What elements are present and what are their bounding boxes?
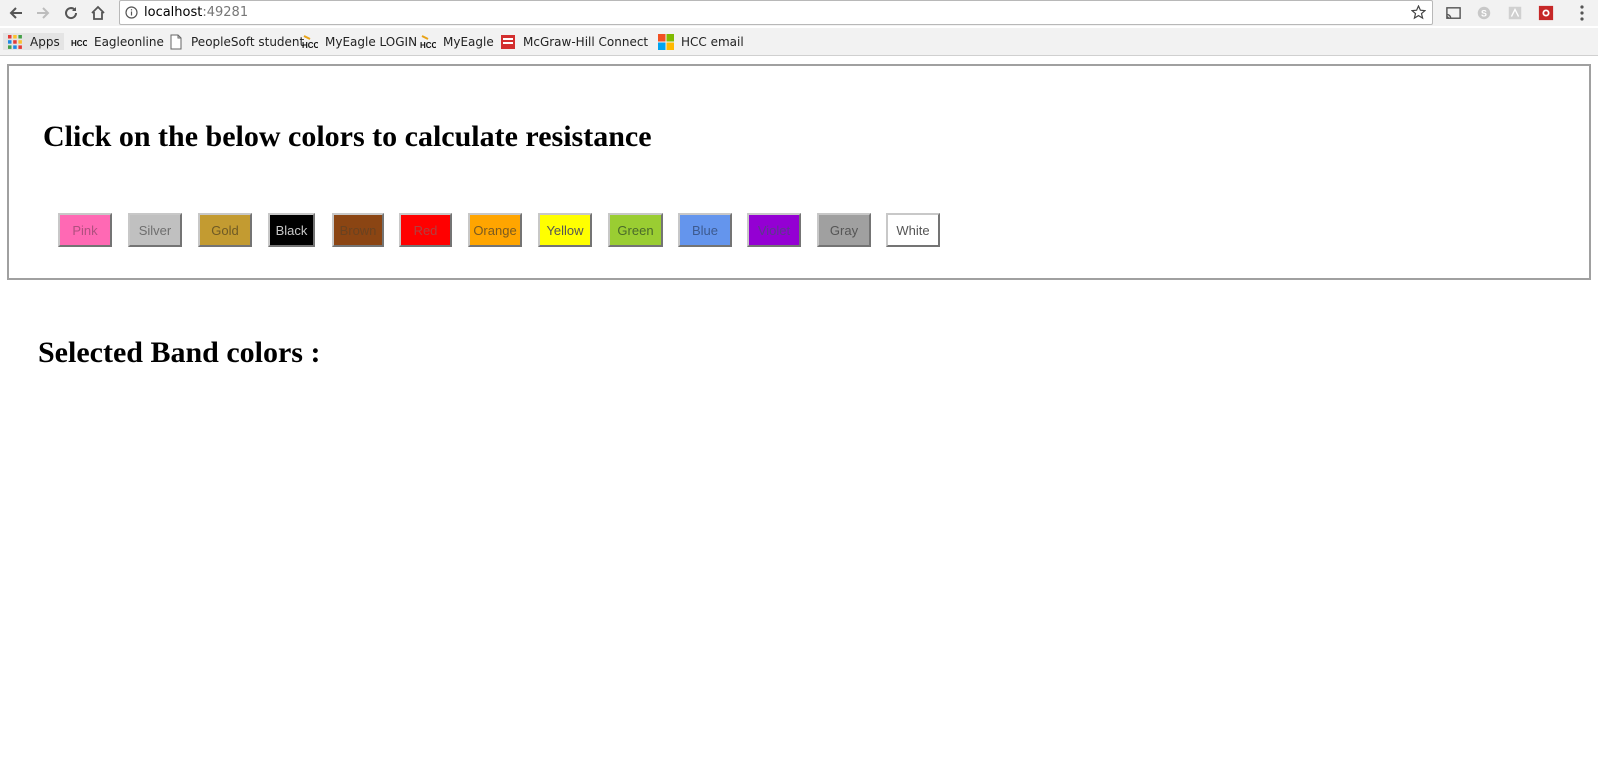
bookmark-mcgraw-hill[interactable]: McGraw-Hill Connect [500, 33, 648, 50]
reload-icon[interactable] [61, 3, 81, 23]
color-button-green[interactable]: Green [608, 213, 663, 247]
page-icon [168, 34, 184, 50]
color-button-orange[interactable]: Orange [468, 213, 522, 247]
svg-text:HCC: HCC [302, 41, 318, 50]
bookmark-label: PeopleSoft student [191, 34, 305, 49]
home-icon[interactable] [88, 3, 108, 23]
pdf-extension-icon[interactable] [1506, 4, 1524, 22]
color-button-white[interactable]: White [886, 213, 940, 247]
bookmarks-bar: Apps HCC Eagleonline PeopleSoft student … [0, 28, 1598, 56]
color-button-black[interactable]: Black [268, 213, 315, 247]
bookmark-myeagle[interactable]: HCC MyEagle [420, 33, 494, 50]
svg-text:HCC: HCC [71, 39, 87, 48]
bookmark-label: HCC email [681, 34, 744, 49]
color-picker-panel: Click on the below colors to calculate r… [7, 64, 1591, 280]
svg-text:S: S [1481, 9, 1487, 19]
url-text: localhost:49281 [144, 5, 249, 20]
color-button-red[interactable]: Red [399, 213, 452, 247]
info-icon[interactable] [125, 6, 138, 19]
red-extension-icon[interactable] [1537, 4, 1555, 22]
address-bar[interactable]: localhost:49281 [119, 0, 1433, 25]
bookmark-hcc-email[interactable]: HCC email [658, 33, 744, 50]
bookmark-peoplesoft[interactable]: PeopleSoft student [168, 33, 304, 50]
page-heading: Click on the below colors to calculate r… [43, 120, 652, 153]
hcc-logo-icon: HCC [420, 34, 438, 50]
bookmark-label: Apps [30, 34, 60, 49]
color-button-gold[interactable]: Gold [198, 213, 252, 247]
browser-toolbar: localhost:49281 S [0, 0, 1598, 26]
bookmark-eagleonline[interactable]: HCC Eagleonline [71, 33, 164, 50]
color-button-yellow[interactable]: Yellow [538, 213, 592, 247]
forward-arrow-icon[interactable] [33, 3, 53, 23]
skype-extension-icon[interactable]: S [1475, 4, 1493, 22]
selected-band-colors-heading: Selected Band colors : [38, 336, 321, 369]
back-arrow-icon[interactable] [6, 3, 26, 23]
cast-icon[interactable] [1444, 4, 1462, 22]
color-button-brown[interactable]: Brown [332, 213, 384, 247]
bookmark-star-icon[interactable] [1411, 5, 1426, 20]
microsoft-logo-icon [658, 33, 674, 50]
bookmark-label: Eagleonline [94, 34, 164, 49]
color-button-gray[interactable]: Gray [817, 213, 871, 247]
color-button-blue[interactable]: Blue [678, 213, 732, 247]
bookmark-label: MyEagle [443, 34, 494, 49]
color-button-silver[interactable]: Silver [128, 213, 182, 247]
bookmark-label: McGraw-Hill Connect [523, 34, 649, 49]
hcc-logo-icon: HCC [71, 34, 89, 50]
bookmark-label: MyEagle LOGIN [325, 34, 418, 49]
bookmark-apps[interactable]: Apps [3, 33, 64, 50]
mcgraw-hill-icon [500, 34, 516, 50]
color-button-violet[interactable]: Violet [747, 213, 801, 247]
bookmark-myeagle-login[interactable]: HCC MyEagle LOGIN [302, 33, 417, 50]
hcc-logo-icon: HCC [302, 34, 320, 50]
color-button-pink[interactable]: Pink [58, 213, 112, 247]
apps-grid-icon [7, 34, 23, 50]
menu-kebab-icon[interactable] [1573, 4, 1591, 22]
svg-text:HCC: HCC [420, 41, 436, 50]
